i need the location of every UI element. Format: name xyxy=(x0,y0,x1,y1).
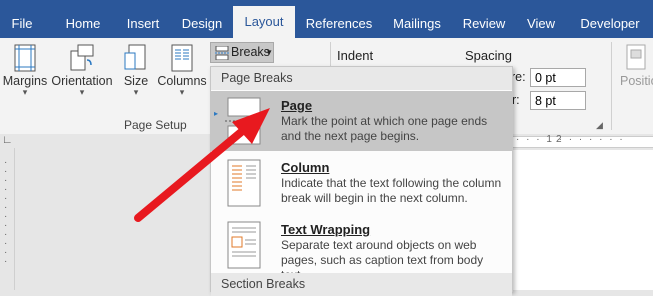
arrow-shaft xyxy=(134,124,250,222)
red-arrow-annotation xyxy=(134,108,270,222)
